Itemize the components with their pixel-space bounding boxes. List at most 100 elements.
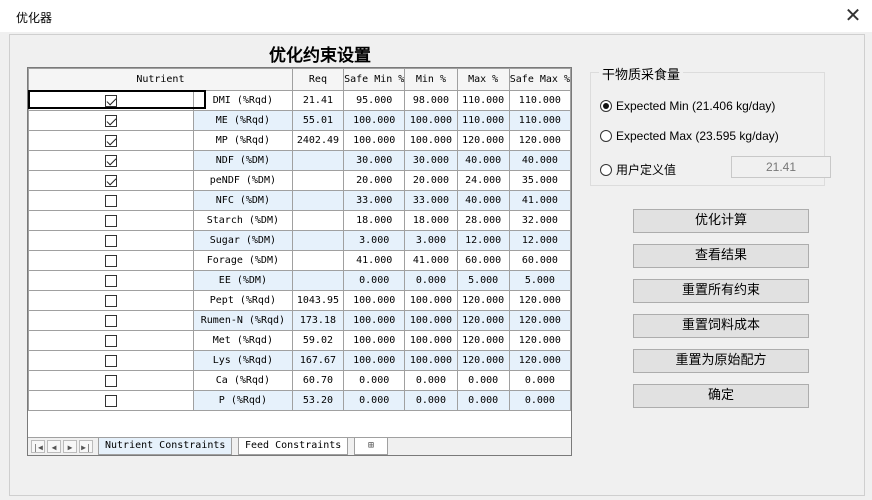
row-checkbox-cell[interactable]	[28, 230, 194, 251]
row-checkbox-cell[interactable]	[28, 290, 194, 311]
checked-checkbox-icon[interactable]	[104, 94, 117, 107]
row-checkbox-cell[interactable]	[28, 310, 194, 331]
unchecked-checkbox-icon[interactable]	[104, 194, 117, 207]
min-cell[interactable]: 18.000	[404, 210, 458, 231]
max-cell[interactable]: 0.000	[456, 390, 510, 411]
safe-min-cell[interactable]: 0.000	[343, 270, 406, 291]
min-cell[interactable]: 100.000	[404, 330, 458, 351]
max-cell[interactable]: 24.000	[456, 170, 510, 191]
row-checkbox-cell[interactable]	[28, 370, 194, 391]
checked-checkbox-icon[interactable]	[104, 134, 117, 147]
req-cell[interactable]	[291, 150, 345, 171]
ok-button[interactable]: 确定	[633, 384, 809, 408]
unchecked-checkbox-icon[interactable]	[104, 214, 117, 227]
safe-max-cell[interactable]: 40.000	[508, 150, 571, 171]
safe-min-cell[interactable]: 18.000	[343, 210, 406, 231]
reset-feed-cost-button[interactable]: 重置饲料成本	[633, 314, 809, 338]
safe-min-cell[interactable]: 3.000	[343, 230, 406, 251]
safe-min-cell[interactable]: 0.000	[343, 390, 406, 411]
max-cell[interactable]: 60.000	[456, 250, 510, 271]
max-cell[interactable]: 12.000	[456, 230, 510, 251]
max-cell[interactable]: 120.000	[456, 130, 510, 151]
safe-min-cell[interactable]: 100.000	[343, 330, 406, 351]
safe-min-cell[interactable]: 100.000	[343, 310, 406, 331]
first-sheet-icon[interactable]: |◀	[31, 440, 45, 453]
max-cell[interactable]: 28.000	[456, 210, 510, 231]
custom-dmi-input[interactable]: 21.41	[731, 156, 831, 178]
req-cell[interactable]: 60.70	[291, 370, 345, 391]
unchecked-checkbox-icon[interactable]	[104, 254, 117, 267]
row-checkbox-cell[interactable]	[28, 330, 194, 351]
req-cell[interactable]	[291, 170, 345, 191]
checked-checkbox-icon[interactable]	[104, 114, 117, 127]
row-checkbox-cell[interactable]	[28, 350, 194, 371]
safe-max-cell[interactable]: 60.000	[508, 250, 571, 271]
tab-feed-constraints[interactable]: Feed Constraints	[238, 438, 349, 455]
max-cell[interactable]: 120.000	[456, 330, 510, 351]
safe-max-cell[interactable]: 110.000	[508, 90, 571, 111]
max-cell[interactable]: 5.000	[456, 270, 510, 291]
row-checkbox-cell[interactable]	[28, 130, 194, 151]
safe-max-cell[interactable]: 5.000	[508, 270, 571, 291]
safe-max-cell[interactable]: 0.000	[508, 390, 571, 411]
min-cell[interactable]: 33.000	[404, 190, 458, 211]
max-cell[interactable]: 40.000	[456, 190, 510, 211]
radio-icon[interactable]	[600, 100, 612, 112]
safe-max-cell[interactable]: 120.000	[508, 310, 571, 331]
min-cell[interactable]: 100.000	[404, 350, 458, 371]
close-icon[interactable]: ✕	[842, 4, 864, 26]
min-cell[interactable]: 41.000	[404, 250, 458, 271]
safe-min-cell[interactable]: 33.000	[343, 190, 406, 211]
checked-checkbox-icon[interactable]	[104, 174, 117, 187]
safe-min-cell[interactable]: 100.000	[343, 290, 406, 311]
min-cell[interactable]: 0.000	[404, 370, 458, 391]
tab-nutrient-constraints[interactable]: Nutrient Constraints	[98, 438, 233, 455]
safe-max-cell[interactable]: 120.000	[508, 350, 571, 371]
unchecked-checkbox-icon[interactable]	[104, 234, 117, 247]
max-cell[interactable]: 120.000	[456, 350, 510, 371]
row-checkbox-cell[interactable]	[28, 250, 194, 271]
min-cell[interactable]: 100.000	[404, 110, 458, 131]
req-cell[interactable]: 59.02	[291, 330, 345, 351]
safe-min-cell[interactable]: 95.000	[343, 90, 406, 111]
max-cell[interactable]: 0.000	[456, 370, 510, 391]
safe-max-cell[interactable]: 120.000	[508, 130, 571, 151]
req-cell[interactable]: 55.01	[291, 110, 345, 131]
safe-min-cell[interactable]: 100.000	[343, 350, 406, 371]
last-sheet-icon[interactable]: ▶|	[79, 440, 93, 453]
row-checkbox-cell[interactable]	[28, 150, 194, 171]
safe-max-cell[interactable]: 120.000	[508, 330, 571, 351]
safe-min-cell[interactable]: 20.000	[343, 170, 406, 191]
safe-max-cell[interactable]: 0.000	[508, 370, 571, 391]
min-cell[interactable]: 0.000	[404, 270, 458, 291]
req-cell[interactable]	[291, 210, 345, 231]
safe-max-cell[interactable]: 32.000	[508, 210, 571, 231]
row-checkbox-cell[interactable]	[28, 170, 194, 191]
prev-sheet-icon[interactable]: ◀	[47, 440, 61, 453]
safe-max-cell[interactable]: 120.000	[508, 290, 571, 311]
optimize-button[interactable]: 优化计算	[633, 209, 809, 233]
min-cell[interactable]: 20.000	[404, 170, 458, 191]
req-cell[interactable]: 21.41	[291, 90, 345, 111]
unchecked-checkbox-icon[interactable]	[104, 294, 117, 307]
req-cell[interactable]	[291, 190, 345, 211]
min-cell[interactable]: 100.000	[404, 130, 458, 151]
reset-original-formula-button[interactable]: 重置为原始配方	[633, 349, 809, 373]
safe-min-cell[interactable]: 41.000	[343, 250, 406, 271]
safe-min-cell[interactable]: 100.000	[343, 110, 406, 131]
min-cell[interactable]: 100.000	[404, 290, 458, 311]
next-sheet-icon[interactable]: ▶	[63, 440, 77, 453]
unchecked-checkbox-icon[interactable]	[104, 314, 117, 327]
max-cell[interactable]: 120.000	[456, 310, 510, 331]
req-cell[interactable]	[291, 250, 345, 271]
radio-user-defined[interactable]: 用户定义值	[600, 161, 676, 178]
radio-icon[interactable]	[600, 130, 612, 142]
row-checkbox-cell[interactable]	[28, 110, 194, 131]
radio-icon[interactable]	[600, 164, 612, 176]
radio-expected-min[interactable]: Expected Min (21.406 kg/day)	[600, 99, 775, 113]
unchecked-checkbox-icon[interactable]	[104, 274, 117, 287]
row-checkbox-cell[interactable]	[28, 270, 194, 291]
req-cell[interactable]: 167.67	[291, 350, 345, 371]
checked-checkbox-icon[interactable]	[104, 154, 117, 167]
unchecked-checkbox-icon[interactable]	[104, 354, 117, 367]
